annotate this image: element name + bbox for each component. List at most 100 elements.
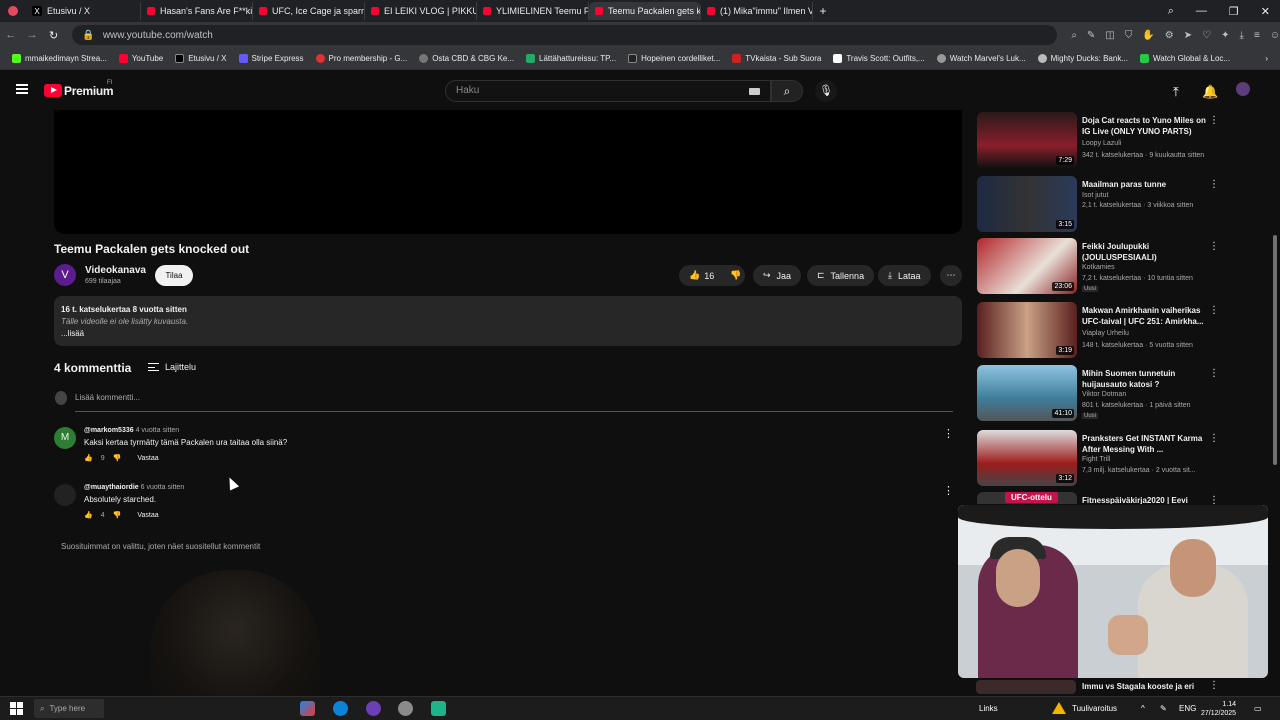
- tab-teemu-packalen[interactable]: Teemu Packalen gets kno: [589, 2, 701, 20]
- site-info-icon[interactable]: 🔒: [82, 30, 94, 41]
- channel-avatar[interactable]: V: [54, 264, 76, 286]
- back-icon[interactable]: ←: [0, 29, 21, 41]
- close-icon[interactable]: ✕: [1261, 5, 1270, 18]
- comment-time[interactable]: 6 vuotta sitten: [141, 484, 185, 491]
- bookmarks-overflow-icon[interactable]: ›: [1259, 54, 1280, 63]
- puzzle-icon[interactable]: ✦: [1221, 30, 1229, 41]
- send-icon[interactable]: ➤: [1184, 30, 1192, 41]
- notifications-bell-icon[interactable]: 🔔: [1202, 84, 1218, 100]
- account-avatar[interactable]: [1236, 82, 1250, 96]
- video-thumbnail[interactable]: 41:10: [977, 365, 1077, 421]
- translate-icon[interactable]: ⚙: [1165, 30, 1174, 41]
- recommendation-item[interactable]: 23:06 Feikki Joulupukki (JOULUSPESIAALI)…: [977, 238, 1239, 296]
- video-player[interactable]: [54, 110, 962, 234]
- save-button[interactable]: ⊏ Tallenna: [807, 265, 875, 286]
- chevron-up-icon[interactable]: ^: [1141, 704, 1145, 713]
- video-thumbnail[interactable]: 3:19: [977, 302, 1077, 358]
- comment-avatar[interactable]: [54, 484, 76, 506]
- windows-start-icon[interactable]: [10, 702, 23, 715]
- thumbs-down-icon[interactable]: 👎: [113, 511, 122, 519]
- description-box[interactable]: 16 t. katselukertaa 8 vuotta sitten Täll…: [54, 296, 962, 346]
- rec-channel[interactable]: Viaplay Urheilu: [1082, 330, 1129, 337]
- download-button[interactable]: ⤓ Lataa: [878, 265, 931, 286]
- rec-title[interactable]: Feikki Joulupukki (JOULUSPESIAALI): [1082, 241, 1210, 263]
- recommendation-item[interactable]: 3:15 Maailman paras tunne Isot jutut 2,1…: [977, 176, 1239, 234]
- recommendation-item[interactable]: 7:29 Doja Cat reacts to Yuno Miles on IG…: [977, 112, 1239, 170]
- zoom-icon[interactable]: ⌕: [1071, 30, 1077, 41]
- menu-icon[interactable]: [16, 84, 28, 94]
- bookmark-item[interactable]: Stripe Express: [233, 54, 310, 63]
- bookmark-item[interactable]: mmaikedimayn Strea...: [6, 54, 113, 63]
- more-vertical-icon[interactable]: ⋮: [1209, 179, 1219, 190]
- recommendation-item[interactable]: 3:19 Makwan Amirkhanin vaiherikas UFC-ta…: [977, 302, 1239, 360]
- show-more-link[interactable]: ...lisää: [61, 328, 955, 340]
- more-vertical-icon[interactable]: ⋮: [943, 427, 954, 440]
- new-tab-icon[interactable]: +: [813, 4, 833, 18]
- shield-icon[interactable]: ⛉: [1125, 30, 1133, 41]
- bookmark-item[interactable]: Watch Marvel's Luk...: [931, 54, 1032, 63]
- next-video-title[interactable]: Immu vs Stagala kooste ja eri: [1082, 682, 1194, 691]
- search-input[interactable]: Haku: [445, 80, 771, 102]
- bookmark-item[interactable]: Watch Global & Loc...: [1134, 54, 1236, 63]
- sort-button[interactable]: Lajittelu: [148, 362, 196, 372]
- reply-button[interactable]: Vastaa: [137, 512, 158, 519]
- bookmark-item[interactable]: Pro membership - G...: [310, 54, 414, 63]
- more-vertical-icon[interactable]: ⋮: [943, 484, 954, 497]
- share-button[interactable]: ↪ Jaa: [753, 265, 802, 286]
- comment-author[interactable]: @markom5336: [84, 427, 134, 434]
- thumbs-up-icon[interactable]: 👍: [84, 511, 93, 519]
- bookmark-item[interactable]: Mighty Ducks: Bank...: [1032, 54, 1134, 63]
- search-tabs-icon[interactable]: ⌕: [1168, 5, 1174, 18]
- restore-icon[interactable]: ❐: [1229, 5, 1239, 18]
- comment-author[interactable]: @muaythaiordie: [84, 484, 139, 491]
- browser-menu-icon[interactable]: [0, 6, 26, 16]
- more-vertical-icon[interactable]: ⋮: [1209, 305, 1219, 316]
- youtube-logo-icon[interactable]: [44, 84, 62, 97]
- system-clock[interactable]: 1.14 27/12/2025: [1201, 700, 1236, 718]
- rec-channel[interactable]: Viktor Dotman: [1082, 391, 1126, 398]
- rec-channel[interactable]: Kotkamies: [1082, 264, 1115, 271]
- bookmark-item[interactable]: Travis Scott: Outfits,...: [827, 54, 930, 63]
- tab-ylimielinen[interactable]: YLIMIELINEN Teemu P: [477, 2, 589, 20]
- bookmark-item[interactable]: TVkaista - Sub Suora: [726, 54, 827, 63]
- more-vertical-icon[interactable]: ⋮: [1209, 241, 1219, 252]
- screenshot-icon[interactable]: ◫: [1105, 30, 1114, 41]
- rec-channel[interactable]: Fight Trill: [1082, 456, 1110, 463]
- more-vertical-icon[interactable]: ⋮: [1209, 433, 1219, 444]
- bookmark-item[interactable]: Hopeinen cordelliket...: [622, 54, 726, 63]
- edge-icon[interactable]: [333, 701, 348, 716]
- edit-icon[interactable]: ✎: [1087, 30, 1095, 41]
- tab-etusivu-x[interactable]: X Etusivu / X: [26, 2, 141, 20]
- tab-ufc-ice-cage[interactable]: UFC, Ice Cage ja sparraa: [253, 2, 365, 20]
- channel-name[interactable]: Videokanava: [85, 265, 146, 276]
- comment-avatar[interactable]: M: [54, 427, 76, 449]
- rec-channel[interactable]: Loopy Lazuli: [1082, 140, 1121, 147]
- forward-icon[interactable]: →: [21, 29, 42, 41]
- subscribe-button[interactable]: Tilaa: [155, 265, 193, 286]
- thumbs-down-icon[interactable]: 👎: [730, 270, 741, 281]
- rec-title[interactable]: Doja Cat reacts to Yuno Miles on IG Live…: [1082, 115, 1210, 137]
- video-thumbnail[interactable]: 7:29: [977, 112, 1077, 168]
- reload-icon[interactable]: ↻: [43, 29, 64, 42]
- scrollbar-thumb[interactable]: [1273, 235, 1277, 465]
- thumbs-up-icon[interactable]: 👍: [689, 270, 700, 281]
- reply-button[interactable]: Vastaa: [137, 455, 158, 462]
- tab-ei-leiki-vlog[interactable]: EI LEIKI VLOG | PIKKUVEL: [365, 2, 477, 20]
- url-field[interactable]: 🔒 www.youtube.com/watch: [72, 25, 1058, 45]
- comment-time[interactable]: 4 vuotta sitten: [136, 427, 180, 434]
- app-icon[interactable]: [300, 701, 315, 716]
- reading-list-icon[interactable]: ≡: [1254, 30, 1260, 41]
- notifications-icon[interactable]: ▭: [1254, 704, 1262, 713]
- weather-widget[interactable]: Tuulivaroitus: [1072, 704, 1117, 713]
- keyboard-icon[interactable]: [749, 88, 760, 95]
- bookmark-item[interactable]: Etusivu / X: [169, 54, 232, 63]
- more-vertical-icon[interactable]: ⋮: [1209, 680, 1219, 691]
- thumbs-down-icon[interactable]: 👎: [113, 454, 122, 462]
- add-comment-input[interactable]: Lisää kommentti...: [75, 393, 953, 412]
- rec-channel[interactable]: Isot jutut: [1082, 192, 1108, 199]
- video-thumbnail[interactable]: 23:06: [977, 238, 1077, 294]
- rec-title[interactable]: Maailman paras tunne: [1082, 179, 1210, 190]
- rec-title[interactable]: Mihin Suomen tunnetuin huijausauto katos…: [1082, 368, 1210, 390]
- recommendation-item[interactable]: 3:12 Pranksters Get INSTANT Karma After …: [977, 430, 1239, 488]
- more-vertical-icon[interactable]: ⋮: [1209, 368, 1219, 379]
